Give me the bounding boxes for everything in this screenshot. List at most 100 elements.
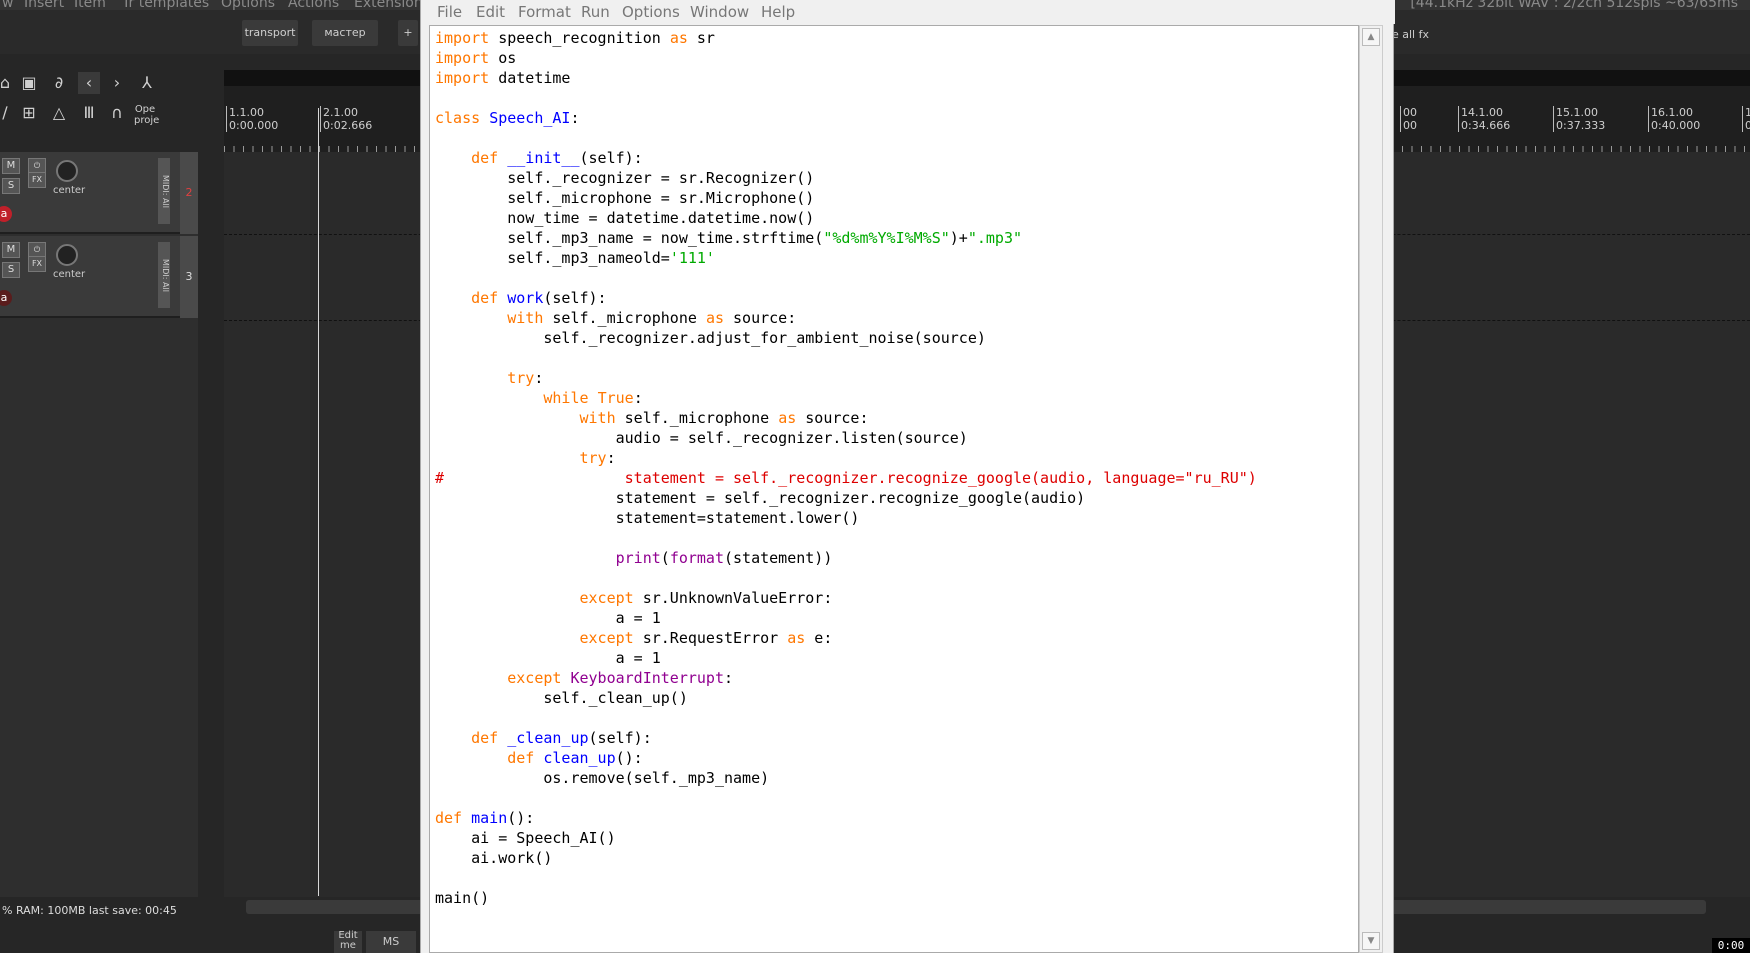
- menu-window[interactable]: Window: [690, 3, 749, 21]
- bars-icon[interactable]: Ⅲ: [78, 102, 100, 124]
- audio-device-status: [44.1kHz 32bit WAV : 2/2ch 512spls ~63/6…: [1410, 0, 1738, 10]
- tab-add[interactable]: +: [398, 20, 418, 46]
- record-arm-button[interactable]: a: [0, 206, 12, 222]
- code-line[interactable]: with self._microphone as source:: [435, 309, 796, 327]
- code-line[interactable]: print(format(statement)): [435, 549, 833, 567]
- code-line[interactable]: self._clean_up(): [435, 689, 688, 707]
- show-all-fx-label[interactable]: e all fx: [1392, 28, 1429, 41]
- code-line[interactable]: def work(self):: [435, 289, 606, 307]
- code-line[interactable]: def clean_up():: [435, 749, 642, 767]
- code-line[interactable]: self._recognizer = sr.Recognizer(): [435, 169, 814, 187]
- fx-button[interactable]: FX: [28, 172, 46, 188]
- tab-transport[interactable]: transport: [242, 20, 298, 46]
- code-line[interactable]: while True:: [435, 389, 642, 407]
- pan-knob[interactable]: [56, 160, 78, 182]
- snap-magnet-icon[interactable]: ∩: [106, 102, 128, 124]
- ruler-bar: 00: [1403, 106, 1417, 119]
- code-line[interactable]: self._mp3_name = now_time.strftime("%d%m…: [435, 229, 1022, 247]
- code-line[interactable]: # statement = self._recognizer.recognize…: [435, 469, 1257, 487]
- code-line[interactable]: statement=statement.lower(): [435, 509, 860, 527]
- code-line[interactable]: a = 1: [435, 649, 661, 667]
- midi-input-label[interactable]: MIDI: All: [158, 158, 170, 224]
- tab-master[interactable]: мастер: [312, 20, 378, 46]
- code-line[interactable]: os.remove(self._mp3_name): [435, 769, 769, 787]
- redo-icon[interactable]: ›: [106, 72, 128, 94]
- ruler-bar: 15.1.00: [1556, 106, 1598, 119]
- code-line[interactable]: self._recognizer.adjust_for_ambient_nois…: [435, 329, 986, 347]
- ruler-mark: 00 00: [1400, 106, 1417, 132]
- track-header[interactable]: M S ⏻ FX center a MIDI: All 2: [0, 152, 198, 234]
- save-icon[interactable]: ▣: [18, 72, 40, 94]
- code-line[interactable]: audio = self._recognizer.listen(source): [435, 429, 968, 447]
- code-text-area[interactable]: import speech_recognition as sr import o…: [429, 25, 1359, 953]
- ms-button[interactable]: MS: [366, 931, 416, 953]
- editor-vertical-scrollbar[interactable]: ▲ ▼: [1359, 25, 1383, 953]
- menu-options[interactable]: Options: [622, 3, 680, 21]
- menu-format[interactable]: Format: [518, 3, 571, 21]
- code-line[interactable]: except sr.UnknownValueError:: [435, 589, 833, 607]
- undo-icon[interactable]: ‹: [78, 72, 100, 94]
- daw-menu-options[interactable]: Options: [221, 0, 275, 10]
- code-line[interactable]: import os: [435, 49, 516, 67]
- grid-icon[interactable]: ⊞: [18, 102, 40, 124]
- code-line[interactable]: statement = self._recognizer.recognize_g…: [435, 489, 1086, 507]
- code-line[interactable]: a = 1: [435, 609, 661, 627]
- record-arm-button[interactable]: a: [0, 290, 12, 306]
- code-line[interactable]: except sr.RequestError as e:: [435, 629, 833, 647]
- code-line[interactable]: ai.work(): [435, 849, 552, 867]
- midi-input-label[interactable]: MIDI: All: [158, 242, 170, 308]
- code-line[interactable]: def main():: [435, 809, 534, 827]
- ruler-bar: 1.1.00: [229, 106, 264, 119]
- daw-menu-extensions[interactable]: Extensions: [354, 0, 430, 10]
- code-line[interactable]: import speech_recognition as sr: [435, 29, 715, 47]
- pan-label: center: [53, 269, 86, 280]
- code-line[interactable]: main(): [435, 889, 489, 907]
- menu-help[interactable]: Help: [761, 3, 795, 21]
- menu-edit[interactable]: Edit: [476, 3, 505, 21]
- code-content[interactable]: import speech_recognition as sr import o…: [435, 28, 1257, 908]
- scroll-down-button[interactable]: ▼: [1362, 932, 1380, 950]
- metronome-icon[interactable]: ⅄: [136, 72, 158, 94]
- code-line[interactable]: with self._microphone as source:: [435, 409, 869, 427]
- solo-button[interactable]: S: [2, 262, 20, 278]
- track-number[interactable]: 3: [180, 236, 198, 318]
- code-line[interactable]: self._microphone = sr.Microphone(): [435, 189, 814, 207]
- edit-button[interactable]: Edit me: [334, 931, 362, 953]
- code-line[interactable]: self._mp3_nameold='111': [435, 249, 715, 267]
- main-toolbar: ⌂ ▣ ∂ ‹ › ⅄ ∕ ⊞ △ Ⅲ ∩ Ope proje: [0, 54, 222, 134]
- ruler-bar: 16.1.00: [1651, 106, 1693, 119]
- daw-menu-item[interactable]: w: [2, 0, 13, 10]
- pan-knob[interactable]: [56, 244, 78, 266]
- fx-button[interactable]: FX: [28, 256, 46, 272]
- open-project-button[interactable]: Ope proje: [134, 104, 159, 126]
- daw-menu-item-item[interactable]: Item: [74, 0, 106, 10]
- code-line[interactable]: import datetime: [435, 69, 570, 87]
- scroll-up-button[interactable]: ▲: [1362, 28, 1380, 46]
- track-number[interactable]: 2: [180, 152, 198, 234]
- code-line[interactable]: class Speech_AI:: [435, 109, 580, 127]
- track-header[interactable]: M S ⏻ FX center a MIDI: All 3: [0, 236, 198, 318]
- daw-menu-insert[interactable]: Insert: [24, 0, 64, 10]
- envelope-icon[interactable]: △: [48, 102, 70, 124]
- code-line[interactable]: try:: [435, 369, 543, 387]
- menu-run[interactable]: Run: [581, 3, 610, 21]
- menu-file[interactable]: File: [437, 3, 462, 21]
- ruler-time: 0:37.333: [1556, 119, 1606, 132]
- code-line[interactable]: ai = Speech_AI(): [435, 829, 616, 847]
- code-line[interactable]: try:: [435, 449, 616, 467]
- ruler-time: 0:40.000: [1651, 119, 1701, 132]
- solo-button[interactable]: S: [2, 178, 20, 194]
- editor-window: File Edit Format Run Options Window Help…: [420, 0, 1395, 953]
- mute-button[interactable]: M: [2, 158, 20, 174]
- paperclip-icon[interactable]: ∂: [48, 72, 70, 94]
- code-line[interactable]: now_time = datetime.datetime.now(): [435, 209, 814, 227]
- code-line[interactable]: except KeyboardInterrupt:: [435, 669, 733, 687]
- daw-menu-tr-templates[interactable]: Tr templates: [122, 0, 209, 10]
- code-line[interactable]: def _clean_up(self):: [435, 729, 652, 747]
- code-line[interactable]: def __init__(self):: [435, 149, 643, 167]
- daw-menu-actions[interactable]: Actions: [288, 0, 339, 10]
- mute-button[interactable]: M: [2, 242, 20, 258]
- ruler-time: 0:02.666: [323, 119, 373, 132]
- pencil-icon[interactable]: ∕: [0, 102, 16, 124]
- new-project-icon[interactable]: ⌂: [0, 72, 16, 94]
